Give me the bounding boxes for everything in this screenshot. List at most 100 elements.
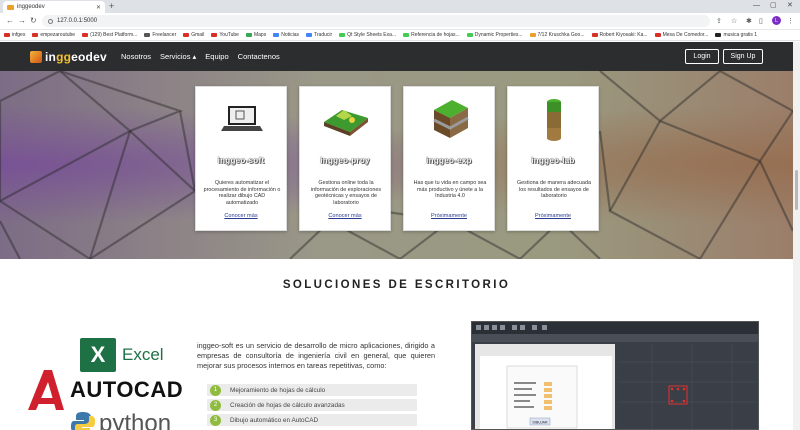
python-logo: python (70, 410, 171, 430)
bookmark-label: infges (12, 32, 26, 38)
site-info-icon[interactable] (48, 18, 53, 24)
site-logo[interactable]: inggeodev (30, 50, 107, 64)
bookmark-item[interactable]: Referencia de hojas... (403, 32, 460, 38)
soil-block-icon (433, 100, 469, 138)
card-link[interactable]: Conocer más (300, 213, 390, 219)
soil-core-icon (547, 99, 561, 141)
back-icon[interactable]: ← (6, 16, 14, 26)
bookmark-favicon-icon (82, 33, 89, 37)
bookmark-item[interactable]: 7/12 Kruschka Goo... (529, 32, 585, 38)
reload-icon[interactable]: ↻ (30, 16, 37, 26)
app-screenshot: DIBUJAR (471, 321, 759, 430)
python-icon (71, 412, 95, 430)
card-link[interactable]: Próximamente (508, 213, 598, 219)
bookmark-favicon-icon (273, 33, 280, 37)
url-field[interactable]: 127.0.0.1:5000 (42, 15, 710, 27)
scrollbar-thumb[interactable] (795, 170, 798, 210)
card-link[interactable]: Conocer más (196, 213, 286, 219)
side-panel-icon[interactable]: ▯ (759, 17, 763, 26)
bookmark-item[interactable]: Mesa De Comedor... (654, 32, 708, 38)
feature-item: 2 Creación de hojas de cálculo avanzadas (207, 399, 417, 411)
browser-tab[interactable]: inggeodev ✕ (3, 1, 105, 13)
bookmark-item[interactable]: Gmail (183, 32, 204, 38)
bookmark-item[interactable]: Noticias (273, 32, 299, 38)
bookmark-favicon-icon (715, 33, 722, 37)
menu-nosotros[interactable]: Nosotros (121, 52, 151, 61)
login-button[interactable]: Login (685, 49, 719, 64)
python-label: python (99, 410, 172, 430)
card-description: Quieres automatizar el procesamiento de … (203, 180, 281, 206)
restore-icon[interactable]: ▢ (770, 1, 777, 11)
extensions-icon[interactable]: ✱ (746, 17, 752, 26)
service-card-exp: inggeo-exp Has que tu vida en campo sea … (403, 86, 495, 231)
bookmark-item[interactable]: YouTube (211, 32, 239, 38)
bookmark-label: Traducir (314, 32, 333, 38)
bookmark-label: Robert Kiyosaki: Ka... (599, 32, 648, 38)
card-title: inggeo-proy (320, 156, 370, 165)
feature-item: 3 Dibujo automático en AutoCAD (207, 414, 417, 426)
hero-background-mesh (0, 71, 793, 259)
bookmark-item[interactable]: Traducir (306, 32, 332, 38)
feature-item: 1 Mejoramiento de hojas de cálculo (207, 384, 417, 396)
bookmark-label: Referencia de hojas... (411, 32, 460, 38)
profile-avatar[interactable]: L (772, 16, 781, 25)
feature-number: 1 (210, 384, 221, 396)
bookmark-item[interactable]: Qt Style Sheets Exa... (339, 32, 396, 38)
forward-icon[interactable]: → (18, 16, 26, 26)
autocad-logo: AUTOCAD (26, 368, 183, 412)
bookmark-favicon-icon (32, 33, 39, 37)
card-title: inggeo-soft (217, 156, 265, 165)
bookmark-label: Maps (253, 32, 267, 38)
card-description: Gestiona online toda la información de e… (310, 180, 382, 206)
bookmark-item[interactable]: empezaroutube (32, 32, 75, 38)
logo-wordmark: inggeodev (45, 50, 107, 64)
bookmark-favicon-icon (144, 33, 151, 37)
share-icon[interactable]: ⇪ (716, 17, 722, 26)
bookmark-label: Dynamic Properties... (474, 32, 523, 38)
bookmark-item[interactable]: musica gratis 1 (715, 32, 757, 38)
close-window-icon[interactable]: ✕ (787, 1, 793, 11)
bookmark-item[interactable]: Robert Kiyosaki: Ka... (591, 32, 648, 38)
bookmark-item[interactable]: Freelancer (144, 32, 176, 38)
new-tab-icon[interactable]: + (109, 1, 114, 11)
card-title: inggeo-exp (426, 156, 472, 165)
site-favicon-icon (7, 4, 14, 10)
excel-logo: X Excel (80, 338, 164, 372)
browser-menu-icon[interactable]: ⋮ (787, 17, 794, 26)
bookmark-label: (129) Best Platform... (90, 32, 138, 38)
feature-number: 3 (210, 414, 221, 426)
card-link[interactable]: Próximamente (404, 213, 494, 219)
page-scrollbar[interactable] (793, 42, 800, 430)
excel-label: Excel (122, 345, 164, 364)
bookmark-label: Qt Style Sheets Exa... (347, 32, 397, 38)
autocad-icon (28, 370, 64, 410)
section-title: SOLUCIONES DE ESCRITORIO (282, 279, 511, 291)
bookmark-favicon-icon (306, 33, 312, 37)
bookmark-item[interactable]: (129) Best Platform... (82, 32, 137, 38)
feature-text: Dibujo automático en AutoCAD (230, 416, 319, 424)
menu-equipo[interactable]: Equipo (205, 52, 228, 61)
bookmark-favicon-icon (183, 33, 190, 37)
bookmark-favicon-icon (211, 33, 218, 37)
site-navbar: inggeodev Nosotros Servicios ▴ Equipo Co… (0, 42, 793, 71)
bookmark-favicon-icon (245, 33, 252, 37)
close-tab-icon[interactable]: ✕ (96, 4, 101, 11)
app-screenshot-illustration: DIBUJAR (472, 322, 758, 429)
bookmark-label: YouTube (219, 32, 239, 38)
menu-contactenos[interactable]: Contactenos (238, 52, 280, 61)
menu-servicios[interactable]: Servicios ▴ (160, 52, 196, 61)
service-card-proy: inggeo-proy Gestiona online toda la info… (299, 86, 391, 231)
minimize-icon[interactable]: — (753, 1, 760, 11)
feature-text: Creación de hojas de cálculo avanzadas (230, 401, 345, 409)
intro-paragraph: inggeo-soft es un servicio de desarrollo… (197, 341, 435, 371)
signup-button[interactable]: Sign Up (723, 49, 763, 64)
bookmark-item[interactable]: Dynamic Properties... (466, 32, 523, 38)
bookmarks-bar: infges empezaroutube (129) Best Platform..… (0, 30, 800, 41)
bookmark-item[interactable]: infges (4, 32, 25, 38)
bookmark-item[interactable]: Maps (245, 32, 267, 38)
bookmark-star-icon[interactable]: ☆ (731, 17, 737, 26)
bookmark-favicon-icon (529, 33, 536, 37)
bookmark-label: empezaroutube (40, 32, 76, 38)
bookmark-favicon-icon (591, 33, 598, 37)
feature-text: Mejoramiento de hojas de cálculo (230, 386, 326, 394)
